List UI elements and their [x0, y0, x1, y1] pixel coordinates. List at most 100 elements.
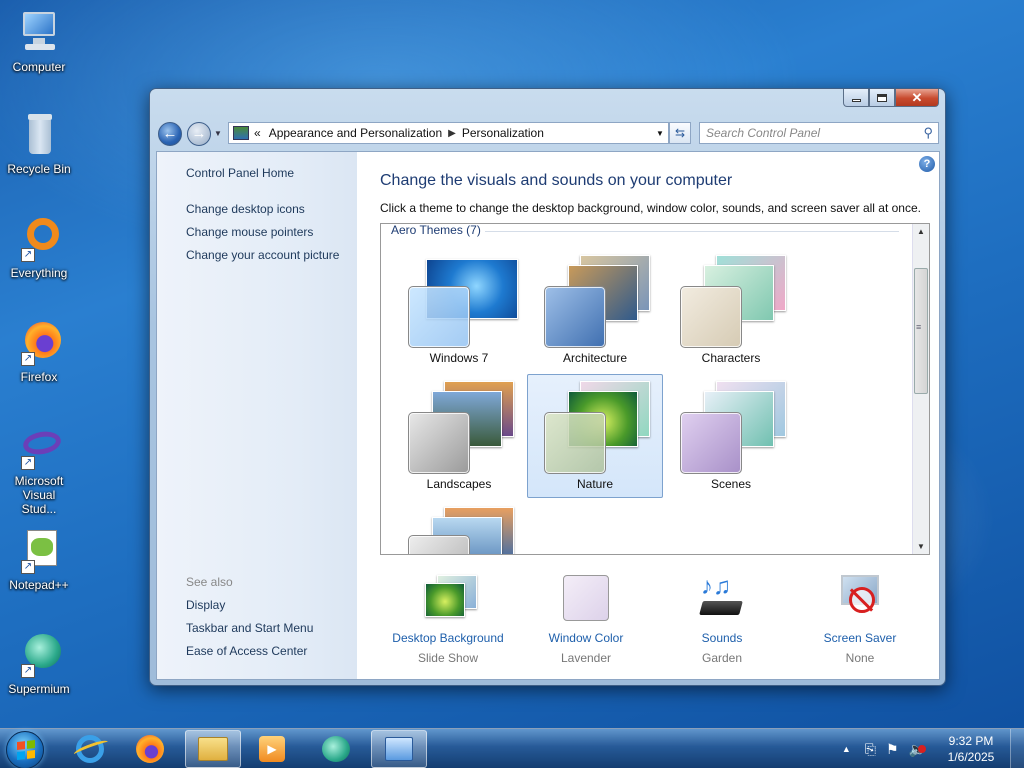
network-icon[interactable]: ⎘ — [865, 741, 876, 758]
help-icon: ? — [923, 158, 931, 170]
taskbar-file-explorer[interactable] — [185, 730, 241, 768]
theme-partial[interactable] — [391, 500, 527, 554]
change-mouse-pointers-link[interactable]: Change mouse pointers — [186, 225, 313, 239]
desktop-icon-visual-studio[interactable]: ↗ Microsoft Visual Stud... — [4, 422, 74, 516]
theme-label: Architecture — [562, 351, 628, 365]
search-input[interactable]: Search Control Panel ⚲ — [699, 122, 939, 144]
window-color-setting[interactable]: Window Color Lavender — [521, 573, 651, 665]
desktop-icon-label: Recycle Bin — [7, 162, 71, 176]
shortcut-arrow-icon: ↗ — [21, 456, 35, 470]
maximize-button[interactable] — [869, 89, 895, 107]
screen-saver-label[interactable]: Screen Saver — [795, 631, 925, 645]
desktop-background-setting[interactable]: Desktop Background Slide Show — [383, 573, 513, 665]
desktop-background-label[interactable]: Desktop Background — [383, 631, 513, 645]
sounds-label[interactable]: Sounds — [657, 631, 787, 645]
forward-button[interactable]: → — [187, 122, 211, 146]
maximize-icon — [877, 93, 887, 102]
address-bar[interactable]: « Appearance and Personalization ▶ Perso… — [228, 122, 669, 144]
taskbar-start-menu-link[interactable]: Taskbar and Start Menu — [186, 621, 313, 635]
change-desktop-icons-link[interactable]: Change desktop icons — [186, 202, 305, 216]
show-hidden-icons-button[interactable]: ▲ — [842, 744, 851, 754]
breadcrumb-appearance[interactable]: Appearance and Personalization — [269, 126, 442, 140]
screen-saver-setting[interactable]: Screen Saver None — [795, 573, 925, 665]
desktop-icon-firefox[interactable]: ↗ Firefox — [4, 318, 74, 384]
content-area: Control Panel Home Change desktop icons … — [156, 151, 940, 680]
show-desktop-button[interactable] — [1010, 729, 1024, 768]
desktop-icon-label: Firefox — [20, 370, 58, 384]
display-link[interactable]: Display — [186, 598, 225, 612]
media-player-icon: ▶ — [259, 736, 285, 762]
sounds-setting[interactable]: ♪♫ Sounds Garden — [657, 573, 787, 665]
window-color-label[interactable]: Window Color — [521, 631, 651, 645]
search-icon[interactable]: ⚲ — [923, 125, 933, 141]
navigation-bar: ← → ▼ « Appearance and Personalization ▶… — [158, 121, 939, 147]
scroll-down-icon[interactable]: ▼ — [917, 542, 925, 551]
control-panel-home-link[interactable]: Control Panel Home — [186, 166, 294, 180]
close-button[interactable]: ✕ — [895, 89, 939, 107]
search-placeholder: Search Control Panel — [706, 126, 821, 140]
see-also-heading: See also — [186, 575, 233, 589]
theme-color-swatch — [408, 412, 470, 474]
forward-arrow-icon: → — [191, 125, 207, 142]
taskbar: ▶ ▲ ⎘ ⚑ 🔈 9:32 PM 1/6/2025 — [0, 728, 1024, 768]
recent-pages-dropdown[interactable]: ▼ — [214, 129, 222, 138]
clock[interactable]: 9:32 PM 1/6/2025 — [932, 733, 1010, 765]
close-icon: ✕ — [911, 89, 923, 105]
desktop-icon-supermium[interactable]: ↗ Supermium — [4, 630, 74, 696]
theme-landscapes[interactable]: Landscapes — [391, 374, 527, 498]
taskbar-supermium[interactable] — [308, 730, 364, 768]
theme-color-swatch — [544, 286, 606, 348]
clock-date: 1/6/2025 — [947, 750, 995, 764]
theme-list: Aero Themes (7) Windows 7 Architecture C… — [380, 223, 930, 555]
refresh-icon: ⇆ — [674, 126, 686, 140]
taskbar-media-player[interactable]: ▶ — [244, 730, 300, 768]
supermium-icon: ↗ — [15, 630, 63, 678]
theme-color-swatch — [680, 286, 742, 348]
desktop-icon-everything[interactable]: ↗ Everything — [4, 214, 74, 280]
theme-nature[interactable]: Nature — [527, 374, 663, 498]
shortcut-arrow-icon: ↗ — [21, 560, 35, 574]
page-title: Change the visuals and sounds on your co… — [380, 172, 733, 189]
screen-saver-value: None — [845, 651, 875, 665]
breadcrumb-separator-icon[interactable]: ▶ — [448, 128, 456, 139]
desktop-icon-computer[interactable]: Computer — [4, 8, 74, 74]
theme-architecture[interactable]: Architecture — [527, 248, 663, 372]
volume-muted-icon[interactable]: 🔈 — [909, 741, 926, 758]
address-overflow[interactable]: « — [254, 126, 261, 140]
address-dropdown-icon[interactable]: ▼ — [652, 129, 668, 138]
caption-buttons: ✕ — [843, 89, 939, 107]
theme-windows-7[interactable]: Windows 7 — [391, 248, 527, 372]
desktop-background-icon — [423, 573, 477, 623]
theme-color-swatch — [408, 286, 470, 348]
everything-app-icon: ↗ — [15, 214, 63, 262]
page-description: Click a theme to change the desktop back… — [380, 201, 921, 215]
theme-color-swatch — [544, 412, 606, 474]
theme-label: Nature — [576, 477, 614, 491]
breadcrumb-personalization[interactable]: Personalization — [462, 126, 544, 140]
help-button[interactable]: ? — [919, 156, 935, 172]
change-account-picture-link[interactable]: Change your account picture — [186, 248, 339, 262]
taskbar-control-panel[interactable] — [371, 730, 427, 768]
theme-characters[interactable]: Characters — [663, 248, 799, 372]
desktop-icon-label: Microsoft Visual Stud... — [14, 474, 64, 516]
minimize-button[interactable] — [843, 89, 869, 107]
theme-label: Landscapes — [426, 477, 492, 491]
theme-label: Windows 7 — [429, 351, 489, 365]
taskbar-firefox[interactable] — [122, 730, 178, 768]
desktop-icon-label: Supermium — [8, 682, 70, 696]
start-button[interactable] — [6, 731, 44, 768]
notepad-plus-plus-icon: ↗ — [15, 526, 63, 574]
back-button[interactable]: ← — [158, 122, 182, 146]
ease-of-access-link[interactable]: Ease of Access Center — [186, 644, 307, 658]
action-center-flag-icon[interactable]: ⚑ — [886, 741, 899, 758]
theme-scenes[interactable]: Scenes — [663, 374, 799, 498]
shortcut-arrow-icon: ↗ — [21, 664, 35, 678]
refresh-button[interactable]: ⇆ — [669, 122, 691, 144]
desktop-icon-notepad-plus-plus[interactable]: ↗ Notepad++ — [4, 526, 74, 592]
aero-themes-group-label[interactable]: Aero Themes (7) — [391, 224, 485, 237]
scrollbar-grip-icon: ≡ — [916, 322, 922, 332]
theme-list-scrollbar[interactable]: ▲ ≡ ▼ — [912, 224, 929, 554]
desktop-icon-recycle-bin[interactable]: Recycle Bin — [4, 110, 74, 176]
scroll-up-icon[interactable]: ▲ — [917, 227, 925, 236]
taskbar-internet-explorer[interactable] — [62, 730, 118, 768]
